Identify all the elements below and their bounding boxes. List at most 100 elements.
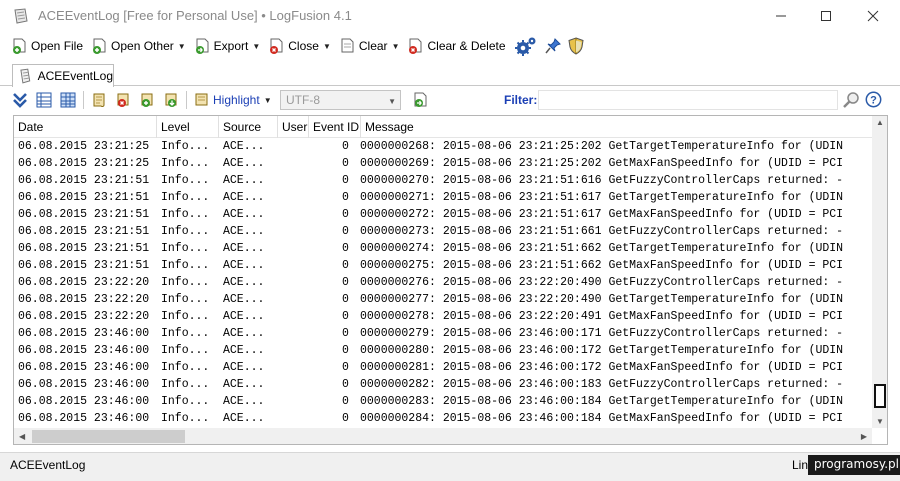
open-other-button[interactable]: Open Other ▼ xyxy=(88,34,189,58)
table-row[interactable]: 06.08.2015 23:21:51 Info... ACE... 0 0000000… xyxy=(14,257,872,274)
cell-date: 06.08.2015 23:46:00 xyxy=(18,395,150,408)
autoscroll-button[interactable] xyxy=(8,88,32,112)
settings-button[interactable] xyxy=(511,34,541,58)
close-icon xyxy=(867,10,879,22)
table-row[interactable]: 06.08.2015 23:46:00 Info... ACE... 0 0000000… xyxy=(14,325,872,342)
cell-message: 0000000271: 2015-08-06 23:21:51:617 GetT… xyxy=(360,191,844,204)
shield-button[interactable] xyxy=(565,34,587,58)
table-row[interactable]: 06.08.2015 23:46:00 Info... ACE... 0 0000000… xyxy=(14,376,872,393)
column-header-date[interactable]: Date xyxy=(14,116,157,138)
filter-input[interactable] xyxy=(538,90,838,110)
tab-label: ACEEventLog xyxy=(37,69,113,83)
cell-message: 0000000284: 2015-08-06 23:46:00:184 GetM… xyxy=(360,412,844,425)
cell-level: Info... xyxy=(161,395,210,408)
chevron-down-icon: ▼ xyxy=(252,41,261,51)
cell-user xyxy=(273,393,306,410)
reload-button[interactable] xyxy=(409,88,433,112)
vertical-scroll-thumb[interactable] xyxy=(874,384,886,408)
maximize-button[interactable] xyxy=(803,0,849,32)
cell-event-id: 0 xyxy=(342,378,349,391)
table-row[interactable]: 06.08.2015 23:22:20 Info... ACE... 0 0000000… xyxy=(14,291,872,308)
table-row[interactable]: 06.08.2015 23:46:00 Info... ACE... 0 0000000… xyxy=(14,342,872,359)
cell-event-id: 0 xyxy=(342,140,349,153)
cell-date: 06.08.2015 23:21:51 xyxy=(18,242,150,255)
toolbar-divider xyxy=(186,91,187,109)
cell-message: 0000000281: 2015-08-06 23:46:00:172 GetM… xyxy=(360,361,844,374)
table-row[interactable]: 06.08.2015 23:21:51 Info... ACE... 0 0000000… xyxy=(14,240,872,257)
scroll-up-icon[interactable]: ▲ xyxy=(876,118,884,127)
horizontal-scrollbar[interactable]: ◀ ▶ xyxy=(14,428,872,444)
table-row[interactable]: 06.08.2015 23:21:51 Info... ACE... 0 0000000… xyxy=(14,223,872,240)
tab-aceeventlog[interactable]: ACEEventLog xyxy=(12,64,114,87)
cell-message: 0000000276: 2015-08-06 23:22:20:490 GetF… xyxy=(360,276,844,289)
cell-date: 06.08.2015 23:21:51 xyxy=(18,174,150,187)
column-header-user[interactable]: User xyxy=(278,116,309,138)
table-row[interactable]: 06.08.2015 23:21:25 Info... ACE... 0 0000000… xyxy=(14,138,872,155)
split-view-button[interactable] xyxy=(56,88,80,112)
add-scroll-button[interactable] xyxy=(135,88,159,112)
table-row[interactable]: 06.08.2015 23:46:00 Info... ACE... 0 0000000… xyxy=(14,393,872,410)
cell-message: 0000000274: 2015-08-06 23:21:51:662 GetT… xyxy=(360,242,844,255)
cell-event-id: 0 xyxy=(342,344,349,357)
app-logo-icon xyxy=(14,8,28,24)
open-file-button[interactable]: Open File xyxy=(8,34,86,58)
table-row[interactable]: 06.08.2015 23:22:20 Info... ACE... 0 0000000… xyxy=(14,274,872,291)
status-line-info: Lin xyxy=(792,458,809,472)
encoding-select[interactable]: UTF-8 ▼ xyxy=(280,90,401,110)
remove-scroll-button[interactable] xyxy=(111,88,135,112)
cell-date: 06.08.2015 23:21:51 xyxy=(18,208,150,221)
cell-event-id: 0 xyxy=(342,259,349,272)
cell-level: Info... xyxy=(161,174,210,187)
pin-button[interactable] xyxy=(541,34,565,58)
highlight-scroll-icon xyxy=(195,93,208,106)
double-chevron-down-icon xyxy=(13,93,27,108)
close-button[interactable]: Close ▼ xyxy=(265,34,334,58)
minimize-button[interactable] xyxy=(758,0,804,32)
column-header-event-id[interactable]: Event ID xyxy=(309,116,361,138)
pin-icon xyxy=(544,38,561,54)
scroll-down-button[interactable] xyxy=(159,88,183,112)
svg-text:?: ? xyxy=(870,95,877,107)
table-row[interactable]: 06.08.2015 23:21:51 Info... ACE... 0 0000000… xyxy=(14,189,872,206)
horizontal-scroll-thumb[interactable] xyxy=(32,430,185,443)
log-toolbar: Highlight ▼ UTF-8 ▼ Filter: ? xyxy=(8,87,892,113)
encoding-value: UTF-8 xyxy=(286,93,320,107)
cell-message: 0000000268: 2015-08-06 23:21:25:202 GetT… xyxy=(360,140,844,153)
scroll-left-icon[interactable]: ◀ xyxy=(19,432,25,441)
cell-event-id: 0 xyxy=(342,327,349,340)
column-header-message[interactable]: Message xyxy=(361,116,872,138)
close-window-button[interactable] xyxy=(850,0,896,32)
scroll-right-icon[interactable]: ▶ xyxy=(861,432,867,441)
cell-date: 06.08.2015 23:46:00 xyxy=(18,378,150,391)
log-file-icon xyxy=(20,68,31,84)
table-row[interactable]: 06.08.2015 23:21:51 Info... ACE... 0 0000000… xyxy=(14,172,872,189)
table-row[interactable]: 06.08.2015 23:22:20 Info... ACE... 0 0000000… xyxy=(14,308,872,325)
export-label: Export xyxy=(213,39,249,53)
cell-message: 0000000279: 2015-08-06 23:46:00:171 GetF… xyxy=(360,327,844,340)
cell-level: Info... xyxy=(161,310,210,323)
chevron-down-icon: ▼ xyxy=(177,41,186,51)
table-row[interactable]: 06.08.2015 23:46:00 Info... ACE... 0 0000000… xyxy=(14,410,872,427)
column-header-level[interactable]: Level xyxy=(157,116,219,138)
scroll-button[interactable] xyxy=(87,88,111,112)
filter-search-button[interactable] xyxy=(842,91,860,112)
clear-delete-button[interactable]: Clear & Delete xyxy=(404,34,508,58)
export-button[interactable]: Export ▼ xyxy=(191,34,264,58)
cell-source: ACE... xyxy=(223,412,265,425)
table-row[interactable]: 06.08.2015 23:46:00 Info... ACE... 0 0000000… xyxy=(14,359,872,376)
clear-label: Clear xyxy=(358,39,388,53)
column-header-source[interactable]: Source xyxy=(219,116,278,138)
table-row[interactable]: 06.08.2015 23:21:25 Info... ACE... 0 0000000… xyxy=(14,155,872,172)
help-button[interactable]: ? xyxy=(865,91,882,111)
cell-user xyxy=(273,410,306,427)
main-toolbar: Open File Open Other ▼ Export ▼ Close ▼ … xyxy=(0,32,900,60)
columns-button[interactable] xyxy=(32,88,56,112)
cell-source: ACE... xyxy=(223,276,265,289)
table-row[interactable]: 06.08.2015 23:21:51 Info... ACE... 0 0000000… xyxy=(14,206,872,223)
scroll-down-icon[interactable]: ▼ xyxy=(876,417,884,426)
watermark-logo: programosy.pl xyxy=(808,455,900,475)
vertical-scrollbar[interactable]: ▲ ▼ xyxy=(872,116,887,428)
window-title: ACEEventLog [Free for Personal Use] • Lo… xyxy=(38,8,352,23)
highlight-button[interactable]: Highlight ▼ xyxy=(190,88,275,112)
clear-button[interactable]: Clear ▼ xyxy=(336,34,403,58)
